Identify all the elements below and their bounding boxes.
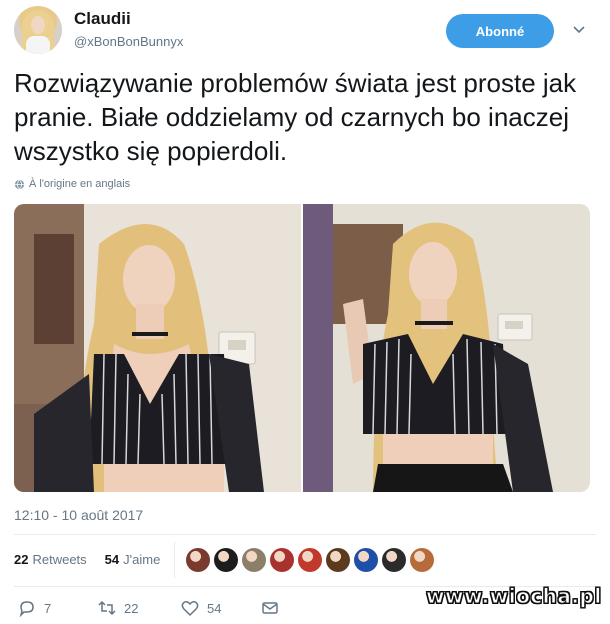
- direct-message-button[interactable]: [261, 599, 279, 617]
- liker-avatar[interactable]: [382, 548, 406, 572]
- retweet-button[interactable]: 22: [98, 599, 138, 617]
- liker-avatar[interactable]: [214, 548, 238, 572]
- tweet-stats: 22 Retweets 54 J'aime: [14, 552, 160, 567]
- follow-button[interactable]: Abonné: [446, 14, 554, 48]
- like-button[interactable]: 54: [181, 599, 221, 617]
- liker-avatar[interactable]: [242, 548, 266, 572]
- chevron-down-icon[interactable]: [572, 22, 586, 36]
- liker-avatar[interactable]: [270, 548, 294, 572]
- reply-count: 7: [44, 600, 52, 616]
- stats-divider: [174, 542, 175, 578]
- reply-button[interactable]: 7: [18, 599, 51, 617]
- heart-icon: [181, 601, 199, 617]
- liker-avatars: [186, 548, 434, 572]
- liker-avatar[interactable]: [410, 548, 434, 572]
- liker-avatar[interactable]: [186, 548, 210, 572]
- divider: [14, 534, 596, 535]
- likes-count[interactable]: 54: [105, 552, 119, 567]
- tweet-text: Rozwiązywanie problemów świata jest pros…: [14, 68, 577, 166]
- watermark: www.wiocha.pl: [426, 584, 602, 609]
- translation-note[interactable]: À l'origine en anglais: [14, 178, 130, 190]
- liker-avatar[interactable]: [326, 548, 350, 572]
- retweets-label[interactable]: Retweets: [32, 552, 86, 567]
- retweets-count[interactable]: 22: [14, 552, 28, 567]
- envelope-icon: [262, 602, 278, 614]
- liker-avatar[interactable]: [298, 548, 322, 572]
- translation-label: À l'origine en anglais: [29, 178, 131, 190]
- retweet-count: 22: [124, 600, 139, 616]
- like-count: 54: [207, 600, 222, 616]
- likes-label[interactable]: J'aime: [123, 552, 160, 567]
- avatar[interactable]: [14, 6, 62, 54]
- liker-avatar[interactable]: [354, 548, 378, 572]
- tweet-timestamp[interactable]: 12:10 - 10 août 2017: [14, 507, 143, 523]
- tweet-photo-2[interactable]: [303, 204, 590, 492]
- retweet-icon: [98, 600, 116, 616]
- reply-icon: [19, 601, 34, 617]
- tweet-card: Claudii @xBonBonBunnyx Abonné Rozwiązywa…: [0, 0, 610, 624]
- display-name[interactable]: Claudii: [74, 9, 131, 29]
- globe-icon: [14, 179, 25, 189]
- user-handle[interactable]: @xBonBonBunnyx: [74, 34, 183, 49]
- tweet-photo-1[interactable]: [14, 204, 301, 492]
